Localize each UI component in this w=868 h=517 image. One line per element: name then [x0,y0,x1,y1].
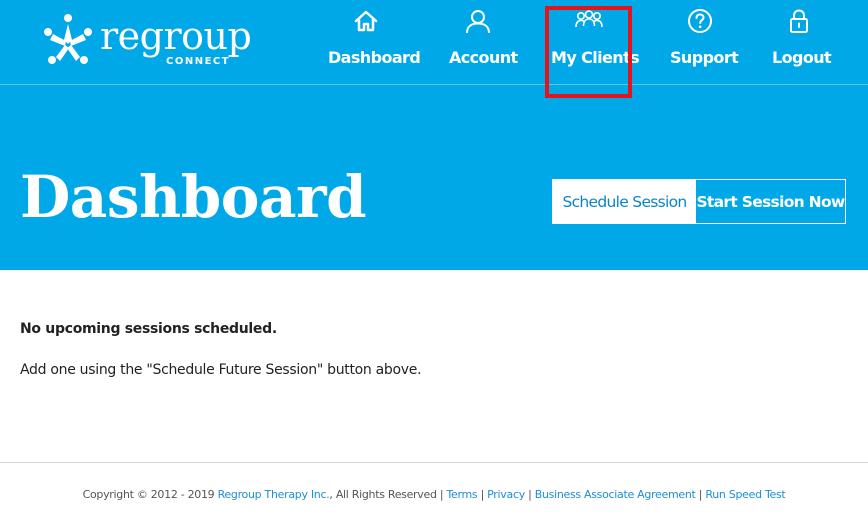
nav-support[interactable]: Support [670,8,739,78]
nav-account[interactable]: Account [449,8,518,78]
nav-logout[interactable]: Logout [772,8,832,78]
footer-terms-link[interactable]: Terms [446,488,477,501]
help-icon [688,9,712,33]
footer: Copyright © 2012 - 2019 Regroup Therapy … [0,488,868,501]
lock-icon [790,9,808,33]
regroup-logo[interactable]: regroup CONNECT [38,10,268,72]
schedule-session-button[interactable]: Schedule Session [553,180,696,223]
session-actions: Schedule Session Start Session Now [552,179,846,224]
footer-speed-test-link[interactable]: Run Speed Test [705,488,785,501]
nav-account-label: Account [449,48,518,67]
nav-support-label: Support [670,48,739,67]
footer-copyright: Copyright © 2012 - 2019 [82,488,215,501]
home-icon [354,10,378,32]
footer-privacy-link[interactable]: Privacy [487,488,525,501]
footer-divider [0,462,868,463]
page-title: Dashboard [20,163,367,231]
no-sessions-message: No upcoming sessions scheduled. [20,321,277,337]
footer-company-link[interactable]: Regroup Therapy Inc. [218,488,330,501]
footer-baa-link[interactable]: Business Associate Agreement [535,488,696,501]
start-session-now-button[interactable]: Start Session Now [696,180,845,223]
footer-rights: , All Rights Reserved | [329,488,444,501]
regroup-logo-mark-icon [44,14,92,64]
brand-name: regroup [100,14,252,58]
nav-dashboard[interactable]: Dashboard [328,8,421,78]
top-navigation-bar: regroup CONNECT Dashboard Account My Cli… [0,0,868,85]
my-clients-highlight-box [545,6,632,98]
brand-subname: CONNECT [166,56,231,67]
footer-separator: | [528,488,532,501]
schedule-hint-message: Add one using the "Schedule Future Sessi… [20,362,422,378]
hero-banner: regroup CONNECT Dashboard Account My Cli… [0,0,868,270]
nav-logout-label: Logout [772,48,832,67]
footer-separator: | [480,488,485,501]
footer-separator: | [698,488,703,501]
nav-dashboard-label: Dashboard [328,48,421,67]
user-icon [466,10,490,34]
